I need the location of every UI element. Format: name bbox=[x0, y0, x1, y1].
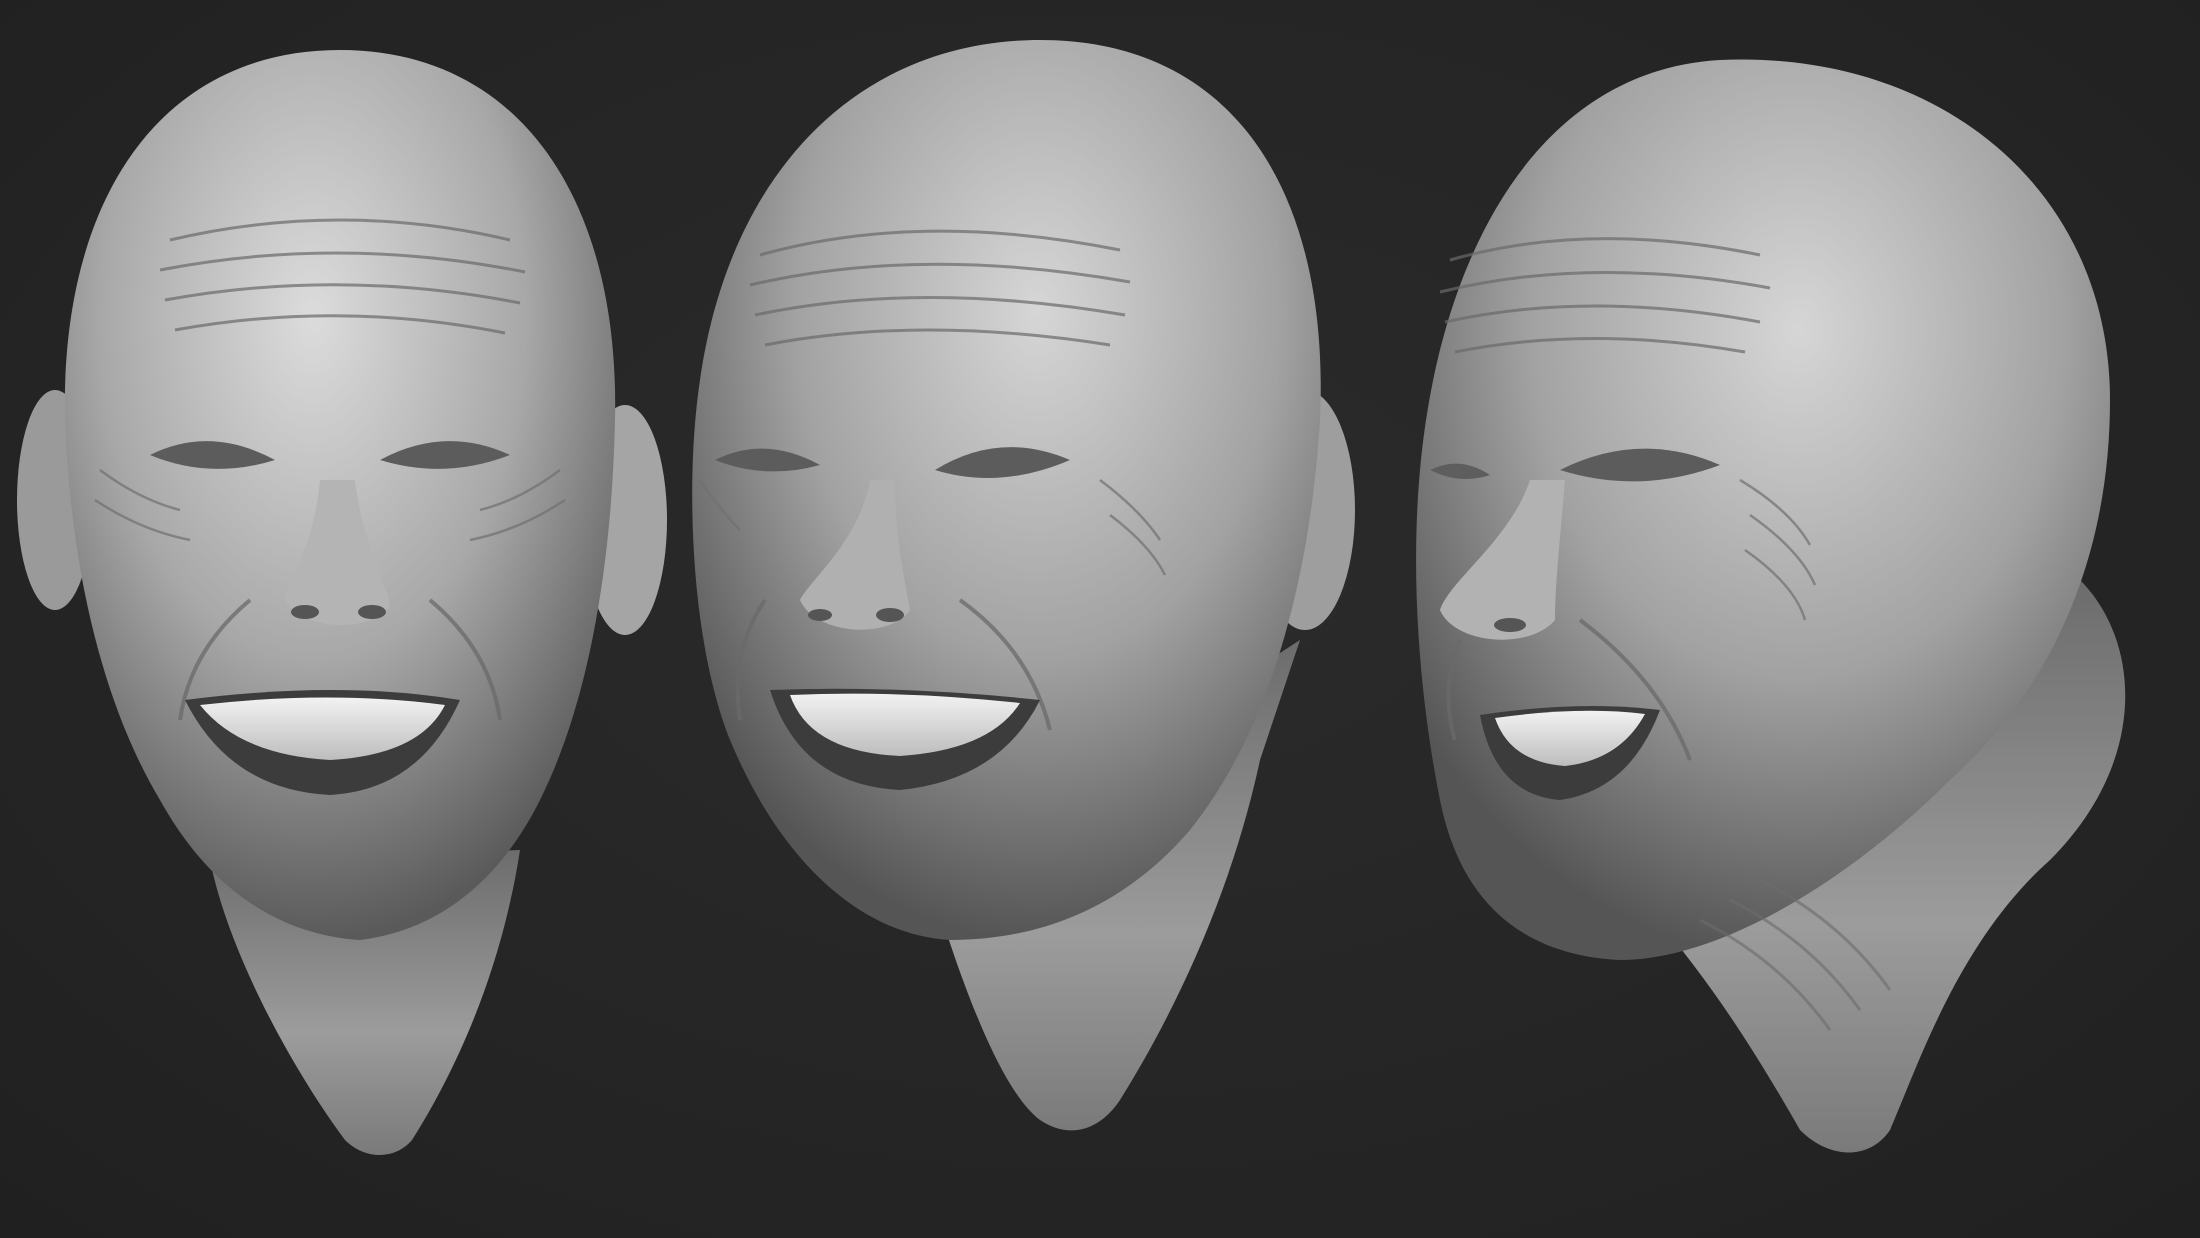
nostril-left bbox=[291, 605, 319, 619]
nostril-right bbox=[876, 608, 904, 622]
render-canvas bbox=[17, 40, 2126, 1155]
nostril bbox=[1494, 618, 1526, 632]
sculpted-head-side-view bbox=[1416, 59, 2126, 1153]
sculpted-head-front-view bbox=[17, 50, 667, 1155]
sculpt-viewport bbox=[0, 0, 2200, 1238]
nostril-right bbox=[358, 605, 386, 619]
sculpted-head-three-quarter-view bbox=[692, 40, 1355, 1131]
nostril-left bbox=[808, 609, 832, 621]
